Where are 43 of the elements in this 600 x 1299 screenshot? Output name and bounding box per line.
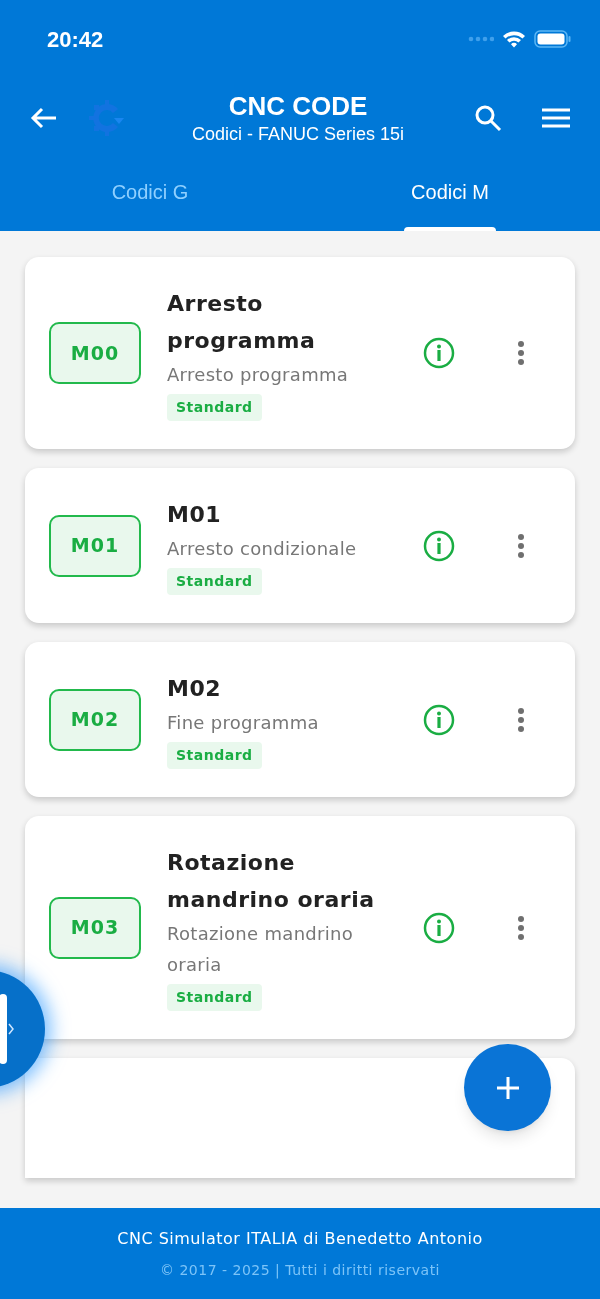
tab[interactable]: Codici M [300,158,600,231]
code-title: M01 [167,501,221,529]
wifi-icon [502,30,526,48]
app-title: CNC CODE [228,90,368,122]
info-icon[interactable] [423,911,455,944]
more-options-icon[interactable] [517,914,525,941]
code-badge: M01 [49,514,141,577]
more-options-icon[interactable] [517,532,525,559]
code-description: Rotazione mandrino oraria [167,922,355,977]
plus-icon [495,1075,520,1100]
code-title: Arresto programma [167,290,317,355]
code-title: M02 [167,675,221,703]
company-name: CNC Simulator ITALIA di Benedetto Antonio [117,1227,483,1250]
code-card[interactable]: M03 Rotazione mandrino oraria Rotazione mandrino oraria Standard [25,816,575,1039]
battery-icon [534,30,572,48]
code-description: Arresto programma [167,363,349,387]
tag-label: Standard [167,742,262,769]
code-badge: M03 [49,896,141,959]
code-badge: M00 [49,322,141,384]
code-card[interactable]: M02 M02 Fine programma Standard [25,642,575,797]
search-icon [474,104,502,132]
handle-bar-icon [0,994,15,1064]
info-icon[interactable] [423,703,455,736]
code-description: Arresto condizionale [167,537,357,561]
tag-label: Standard [167,394,262,421]
back-arrow-icon [30,106,58,130]
app-subtitle: Codici - FANUC Series 15i [191,123,405,146]
menu-icon [541,107,571,129]
gear-logo-icon [88,99,126,137]
code-card[interactable]: M01 M01 Arresto condizionale Standard [25,468,575,623]
more-options-icon[interactable] [517,340,525,366]
signal-icon [468,36,494,42]
more-options-icon[interactable] [517,706,525,733]
code-title: Rotazione mandrino oraria [167,849,376,914]
status-time: 20:42 [47,25,104,54]
code-card[interactable]: M00 Arresto programma Arresto programma Standard [25,257,575,449]
copyright-text: © 2017 - 2025 | Tutti i diritti riservati [160,1260,440,1281]
info-icon[interactable] [423,529,455,562]
code-description: Fine programma [167,711,319,735]
tag-label: Standard [167,568,262,595]
info-icon[interactable] [423,337,455,369]
tag-label: Standard [167,984,262,1011]
code-badge: M02 [49,688,141,751]
